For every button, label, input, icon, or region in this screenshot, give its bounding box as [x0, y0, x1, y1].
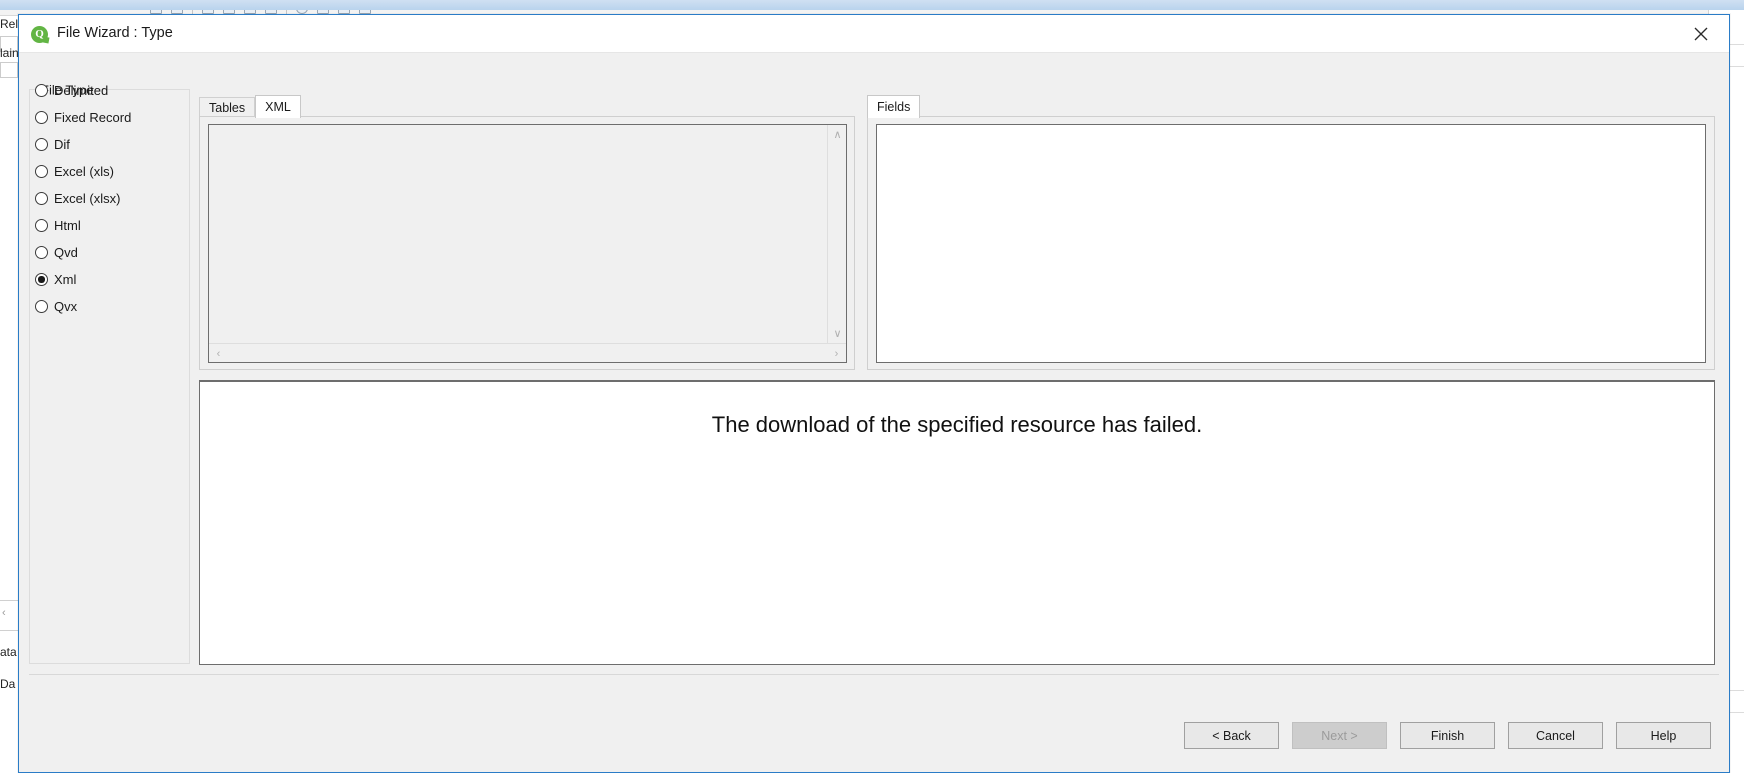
help-button[interactable]: Help	[1616, 722, 1711, 749]
radio-icon-html	[35, 219, 48, 232]
radio-icon-excel-xls	[35, 165, 48, 178]
radio-label-qvd: Qvd	[54, 245, 78, 260]
background-label-rel: Rel	[0, 17, 19, 31]
dialog-titlebar: Q File Wizard : Type	[19, 15, 1729, 53]
radio-label-qvx: Qvx	[54, 299, 78, 314]
background-title-strip	[0, 0, 1744, 10]
background-label-data-2: Da	[0, 677, 16, 691]
xml-vertical-scrollbar[interactable]: ∧ ∨	[827, 125, 846, 343]
back-button[interactable]: < Back	[1184, 722, 1279, 749]
radio-qvx[interactable]: Qvx	[35, 293, 131, 320]
xml-tree-scroll-area: ∧ ∨ ‹ ›	[208, 124, 847, 363]
radio-icon-excel-xlsx	[35, 192, 48, 205]
radio-xml[interactable]: Xml	[35, 266, 131, 293]
background-label-data-1: ata	[0, 645, 17, 659]
tables-xml-tabpanel: Tables XML ∧ ∨ ‹ ›	[199, 95, 855, 370]
xml-horizontal-scrollbar[interactable]: ‹ ›	[209, 343, 846, 362]
preview-message: The download of the specified resource h…	[711, 412, 1203, 437]
radio-icon-fixed-record	[35, 111, 48, 124]
background-field-2	[0, 62, 18, 78]
radio-label-excel-xlsx: Excel (xlsx)	[54, 191, 121, 206]
fields-tabpanel: Fields	[867, 95, 1715, 370]
background-collapse-chevron: ‹	[2, 607, 6, 619]
left-tabstrip: Tables XML	[199, 95, 301, 118]
background-divider-left-2	[0, 630, 18, 631]
radio-icon-xml	[35, 273, 48, 286]
radio-icon-delimited	[35, 84, 48, 97]
file-type-radio-list: Delimited Fixed Record Dif Excel (xls) E…	[35, 77, 131, 320]
next-button: Next >	[1292, 722, 1387, 749]
radio-label-dif: Dif	[54, 137, 70, 152]
file-wizard-dialog: Q File Wizard : Type File Type Delimited…	[18, 14, 1730, 773]
footer-divider	[29, 674, 1719, 675]
background-label-main: lain	[0, 46, 19, 60]
fields-tab-body	[867, 116, 1715, 370]
radio-label-delimited: Delimited	[54, 83, 109, 98]
dialog-title: File Wizard : Type	[57, 25, 173, 41]
radio-label-fixed-record: Fixed Record	[54, 110, 132, 125]
preview-area: The download of the specified resource h…	[199, 380, 1715, 665]
cancel-button[interactable]: Cancel	[1508, 722, 1603, 749]
tab-fields[interactable]: Fields	[867, 95, 921, 118]
radio-delimited[interactable]: Delimited	[35, 77, 131, 104]
right-tabstrip: Fields	[867, 95, 921, 118]
tab-tables[interactable]: Tables	[199, 97, 256, 117]
dialog-body: File Type Delimited Fixed Record Dif Exc…	[19, 53, 1729, 736]
dialog-button-row: < Back Next > Finish Cancel Help	[1184, 722, 1711, 749]
background-divider-left	[0, 600, 18, 601]
radio-label-excel-xls: Excel (xls)	[54, 164, 114, 179]
radio-html[interactable]: Html	[35, 212, 131, 239]
radio-excel-xlsx[interactable]: Excel (xlsx)	[35, 185, 131, 212]
radio-icon-dif	[35, 138, 48, 151]
close-icon[interactable]	[1679, 19, 1723, 49]
radio-dif[interactable]: Dif	[35, 131, 131, 158]
finish-button[interactable]: Finish	[1400, 722, 1495, 749]
dialog-footer: < Back Next > Finish Cancel Help	[19, 700, 1729, 772]
scroll-right-icon[interactable]: ›	[827, 344, 846, 363]
scroll-left-icon[interactable]: ‹	[209, 344, 228, 363]
radio-label-html: Html	[54, 218, 81, 233]
radio-qvd[interactable]: Qvd	[35, 239, 131, 266]
qlik-leaf-icon: Q	[31, 26, 48, 43]
radio-fixed-record[interactable]: Fixed Record	[35, 104, 131, 131]
radio-icon-qvd	[35, 246, 48, 259]
scroll-up-icon[interactable]: ∧	[828, 125, 847, 144]
scroll-down-icon[interactable]: ∨	[828, 324, 847, 343]
tab-xml[interactable]: XML	[255, 95, 301, 118]
radio-icon-qvx	[35, 300, 48, 313]
xml-tab-body: ∧ ∨ ‹ ›	[199, 116, 855, 370]
fields-list[interactable]	[876, 124, 1706, 363]
radio-excel-xls[interactable]: Excel (xls)	[35, 158, 131, 185]
radio-label-xml: Xml	[54, 272, 77, 287]
xml-tree-content	[209, 125, 827, 343]
